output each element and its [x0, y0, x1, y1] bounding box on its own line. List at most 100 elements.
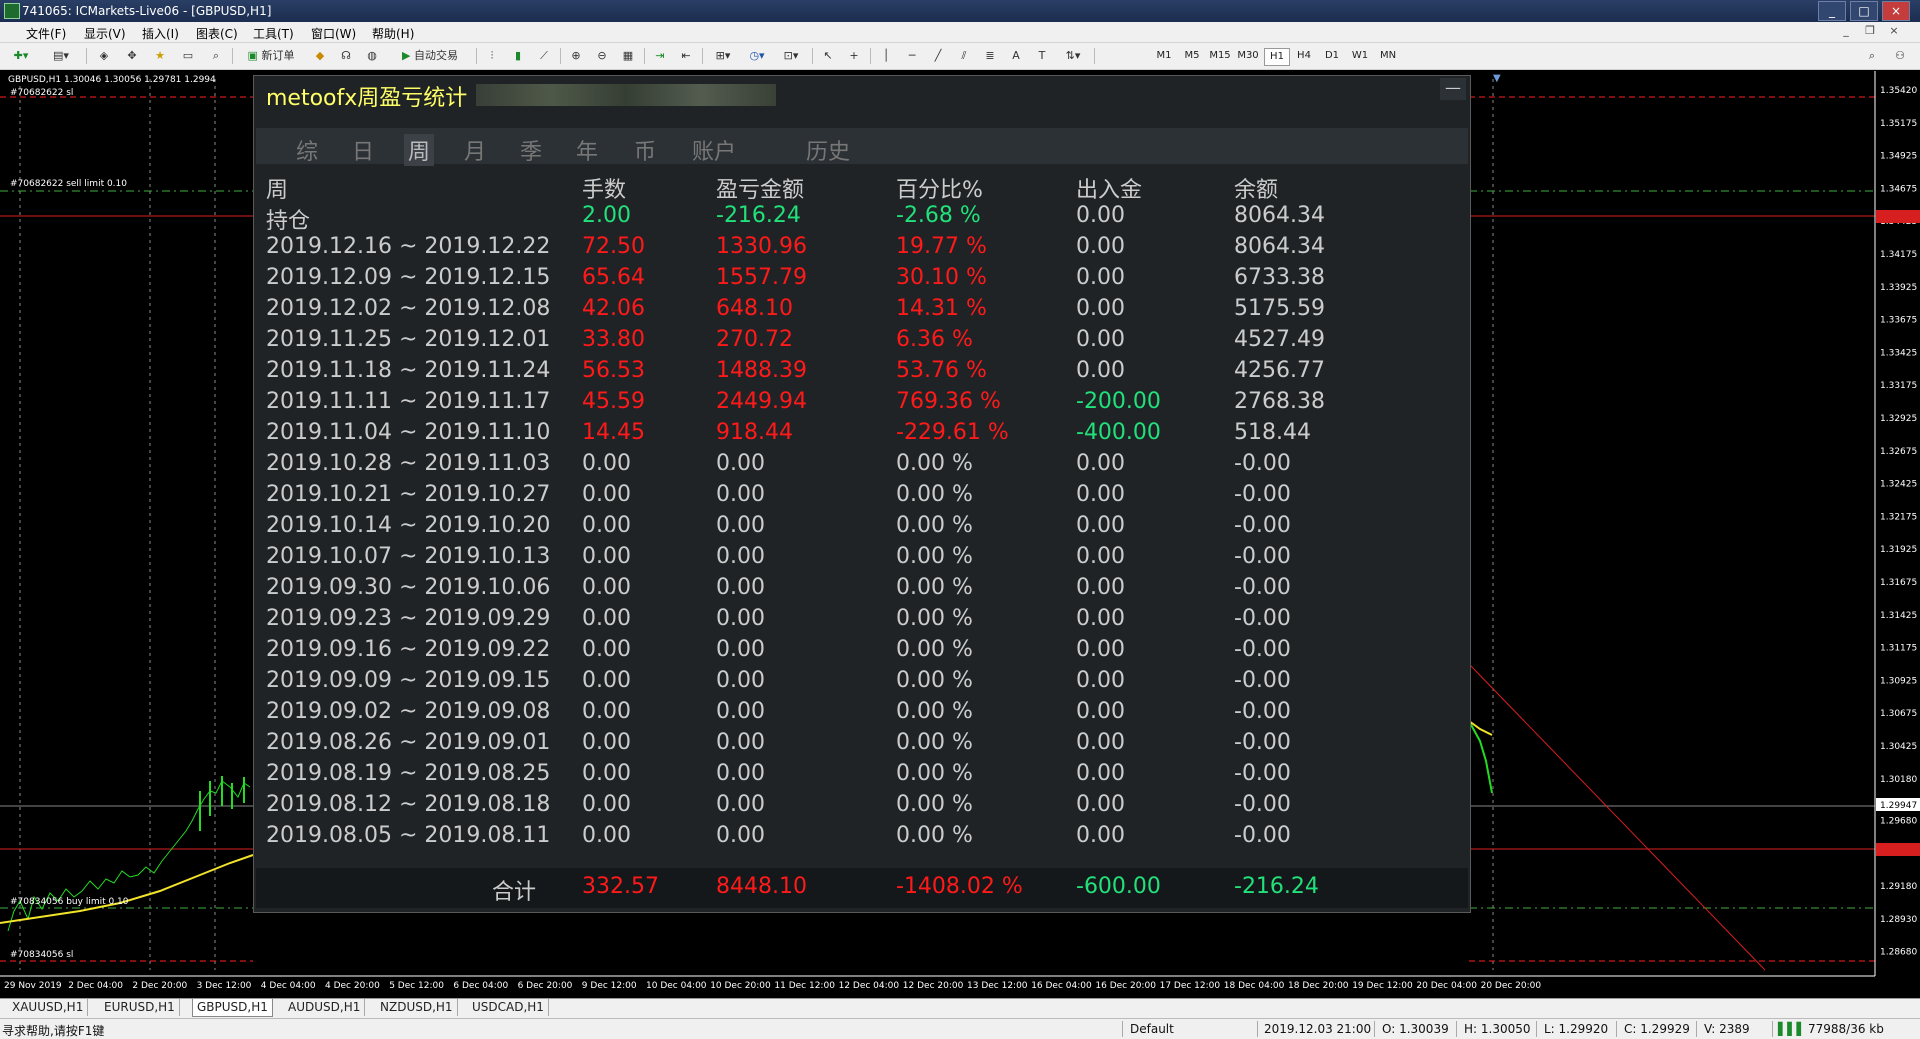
timeframe-m1[interactable]: M1	[1152, 48, 1176, 64]
market-icon[interactable]: ◍	[362, 47, 382, 65]
chart-header: GBPUSD,H1 1.30046 1.30056 1.29781 1.2994	[8, 75, 216, 85]
navigator-icon[interactable]: ★	[150, 47, 170, 65]
metaeditor-icon[interactable]: ◆	[310, 47, 330, 65]
tile-windows-icon[interactable]: ▦	[618, 47, 638, 65]
time-tick-label: 29 Nov 2019	[4, 981, 62, 991]
menu-insert[interactable]: 插入(I)	[142, 25, 179, 42]
row-pct: -2.68 %	[896, 203, 981, 228]
new-order-button[interactable]: ▣ 新订单	[238, 47, 304, 65]
chart-tab-eurusd[interactable]: EURUSD,H1	[100, 999, 180, 1016]
timeframe-h1[interactable]: H1	[1264, 48, 1290, 66]
text-icon[interactable]: A	[1006, 47, 1026, 65]
row-balance: 518.44	[1234, 420, 1311, 445]
timeframe-m30[interactable]: M30	[1236, 48, 1260, 64]
auto-scroll-icon[interactable]: ⇥	[650, 47, 670, 65]
tab-day[interactable]: 日	[352, 134, 374, 166]
row-lots: 0.00	[582, 668, 631, 693]
zoom-out-icon[interactable]: ⊖	[592, 47, 612, 65]
timeframe-m5[interactable]: M5	[1180, 48, 1204, 64]
row-pct: 0.00 %	[896, 575, 973, 600]
row-flow: 0.00	[1076, 668, 1125, 693]
panel-title: metoofx周盈亏统计	[266, 86, 468, 111]
row-pct: 0.00 %	[896, 513, 973, 538]
terminal-icon[interactable]: ▭	[178, 47, 198, 65]
community-icon[interactable]: ⚇	[1890, 47, 1910, 65]
mdi-close-icon[interactable]: ×	[1886, 24, 1902, 38]
total-label: 合计	[492, 880, 537, 905]
menu-tools[interactable]: 工具(T)	[253, 25, 294, 42]
row-flow: -200.00	[1076, 389, 1161, 414]
timeframe-d1[interactable]: D1	[1320, 48, 1344, 64]
row-flow: 0.00	[1076, 699, 1125, 724]
timeframe-mn[interactable]: MN	[1376, 48, 1400, 64]
horizontal-line-icon[interactable]: ─	[902, 47, 922, 65]
tab-month[interactable]: 月	[464, 134, 486, 166]
timeframe-h4[interactable]: H4	[1292, 48, 1316, 64]
close-window-button[interactable]: ×	[1882, 1, 1910, 21]
periods-icon[interactable]: ◷▾	[742, 47, 772, 65]
panel-minimize-button[interactable]: —	[1440, 78, 1466, 100]
tab-history[interactable]: 历史	[806, 134, 850, 166]
data-window-icon[interactable]: ✥	[122, 47, 142, 65]
crosshair-icon[interactable]: +	[844, 47, 864, 65]
strategy-tester-icon[interactable]: ⌕	[206, 47, 226, 65]
text-label-icon[interactable]: T	[1032, 47, 1052, 65]
tab-currency[interactable]: 币	[634, 134, 656, 166]
trendline-icon[interactable]: ╱	[928, 47, 948, 65]
timeframe-m15[interactable]: M15	[1208, 48, 1232, 64]
menu-help[interactable]: 帮助(H)	[372, 25, 414, 42]
tab-summary[interactable]: 综	[296, 134, 318, 166]
candlestick-icon[interactable]: ▮	[508, 47, 528, 65]
bar-chart-icon[interactable]: ⫶	[482, 47, 502, 65]
row-lots: 45.59	[582, 389, 645, 414]
vertical-line-icon[interactable]: │	[876, 47, 896, 65]
menu-charts[interactable]: 图表(C)	[196, 25, 238, 42]
menu-file[interactable]: 文件(F)	[26, 25, 66, 42]
chart-shift-icon[interactable]: ⇤	[676, 47, 696, 65]
equidistant-channel-icon[interactable]: ⫽	[954, 47, 974, 65]
row-flow: 0.00	[1076, 296, 1125, 321]
cursor-icon[interactable]: ↖	[818, 47, 838, 65]
zoom-in-icon[interactable]: ⊕	[566, 47, 586, 65]
row-pnl: 0.00	[716, 730, 765, 755]
maximize-window-button[interactable]: □	[1850, 1, 1878, 21]
chart-tab-nzdusd[interactable]: NZDUSD,H1	[376, 999, 458, 1016]
market-watch-icon[interactable]: ◈	[94, 47, 114, 65]
line-chart-icon[interactable]: ⟋	[534, 47, 554, 65]
timeframe-w1[interactable]: W1	[1348, 48, 1372, 64]
signals-icon[interactable]: ☊	[336, 47, 356, 65]
auto-trading-button[interactable]: ▶ 自动交易	[388, 47, 472, 65]
row-pnl: 0.00	[716, 513, 765, 538]
total-balance: -216.24	[1234, 874, 1319, 899]
row-lots: 0.00	[582, 823, 631, 848]
row-pnl: 0.00	[716, 606, 765, 631]
menu-window[interactable]: 窗口(W)	[311, 25, 356, 42]
row-balance: -0.00	[1234, 699, 1291, 724]
time-tick-label: 11 Dec 12:00	[774, 981, 835, 991]
menu-view[interactable]: 显示(V)	[84, 25, 126, 42]
price-tick-label: 1.33425	[1880, 348, 1917, 358]
mdi-minimize-icon[interactable]: _	[1838, 24, 1854, 38]
arrows-icon[interactable]: ⇅▾	[1058, 47, 1088, 65]
chart-tab-gbpusd[interactable]: GBPUSD,H1	[192, 999, 273, 1017]
row-flow: -400.00	[1076, 420, 1161, 445]
row-pnl: 1557.79	[716, 265, 807, 290]
chart-shift-marker-icon[interactable]: ▼	[1493, 73, 1501, 84]
search-icon[interactable]: ⌕	[1862, 47, 1882, 65]
price-tick-label: 1.29680	[1880, 816, 1917, 826]
tab-week[interactable]: 周	[404, 134, 435, 166]
tab-account[interactable]: 账户	[692, 134, 736, 166]
templates-icon[interactable]: ⊡▾	[776, 47, 806, 65]
mdi-restore-icon[interactable]: ❐	[1862, 24, 1878, 38]
tab-quarter[interactable]: 季	[520, 134, 542, 166]
new-chart-icon[interactable]: ✚▾	[8, 47, 34, 65]
chart-tab-usdcad[interactable]: USDCAD,H1	[468, 999, 549, 1016]
row-pnl: 1488.39	[716, 358, 807, 383]
minimize-window-button[interactable]: _	[1818, 1, 1846, 21]
chart-tab-audusd[interactable]: AUDUSD,H1	[284, 999, 366, 1016]
profiles-icon[interactable]: ▤▾	[48, 47, 74, 65]
chart-tab-xauusd[interactable]: XAUUSD,H1	[8, 999, 89, 1016]
fibonacci-icon[interactable]: ≣	[980, 47, 1000, 65]
indicators-icon[interactable]: ⊞▾	[708, 47, 738, 65]
tab-year[interactable]: 年	[576, 134, 598, 166]
